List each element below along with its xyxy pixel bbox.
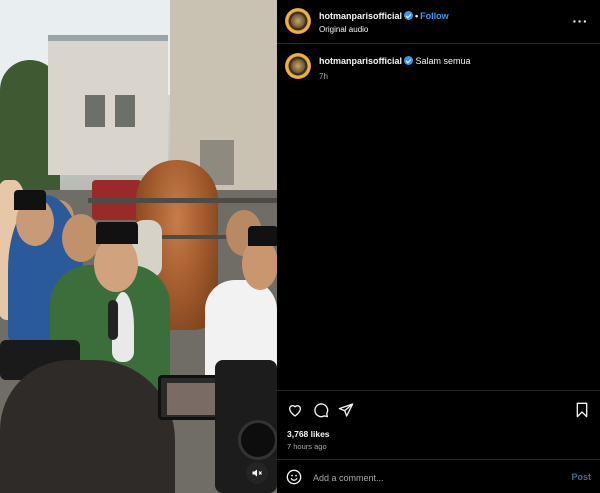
post-comment-button[interactable]: Post bbox=[571, 472, 591, 482]
smiley-icon bbox=[286, 469, 302, 485]
comment-button[interactable] bbox=[312, 401, 330, 419]
speaker-muted-icon bbox=[252, 469, 262, 477]
video-speaker-head bbox=[94, 236, 138, 292]
video-window bbox=[85, 95, 105, 127]
mute-button[interactable] bbox=[246, 462, 268, 484]
post-author: hotmanparisofficial • Follow bbox=[319, 11, 449, 21]
video-peci-cap bbox=[248, 226, 277, 246]
avatar[interactable] bbox=[285, 8, 311, 34]
author-username[interactable]: hotmanparisofficial bbox=[319, 11, 402, 21]
separator-dot: • bbox=[415, 11, 419, 21]
emoji-button[interactable] bbox=[286, 469, 304, 487]
heart-icon bbox=[289, 405, 301, 417]
follow-button[interactable]: Follow bbox=[420, 11, 449, 21]
comment-bubble-icon bbox=[314, 403, 329, 418]
video-foreground-head bbox=[0, 360, 175, 493]
video-peci-cap bbox=[96, 222, 138, 244]
paper-plane-icon bbox=[338, 403, 354, 417]
caption-text: Salam semua bbox=[415, 56, 471, 66]
post-details-panel: hotmanparisofficial • Follow Original audi… bbox=[277, 0, 600, 493]
video-building-left bbox=[48, 35, 168, 175]
caption-avatar[interactable] bbox=[285, 53, 311, 79]
audio-link[interactable]: Original audio bbox=[319, 25, 368, 34]
verified-badge-icon bbox=[404, 56, 414, 65]
post-caption: hotmanparisofficial Salam semua bbox=[319, 56, 471, 66]
share-button[interactable] bbox=[337, 401, 355, 419]
post-actions: 3,768 likes 7 hours ago Post bbox=[277, 390, 600, 493]
video-microphone bbox=[108, 300, 118, 340]
video-peci-cap bbox=[14, 190, 46, 210]
video-window bbox=[115, 95, 135, 127]
post-timestamp[interactable]: 7 hours ago bbox=[287, 442, 327, 451]
caption-timestamp[interactable]: 7h bbox=[319, 72, 328, 81]
comment-bar: Post bbox=[277, 459, 600, 493]
ellipsis-icon[interactable]: ··· bbox=[573, 13, 589, 29]
caption-username[interactable]: hotmanparisofficial bbox=[319, 56, 402, 66]
like-count[interactable]: 3,768 likes bbox=[287, 429, 330, 439]
comment-input[interactable] bbox=[313, 469, 553, 487]
video-camera-lens bbox=[238, 420, 277, 460]
post-header: hotmanparisofficial • Follow Original audi… bbox=[277, 0, 600, 44]
like-button[interactable] bbox=[286, 401, 304, 419]
video-railing bbox=[88, 198, 277, 203]
save-button[interactable] bbox=[573, 401, 591, 419]
verified-badge-icon bbox=[404, 11, 414, 20]
post-video[interactable] bbox=[0, 0, 277, 493]
bookmark-icon bbox=[576, 402, 588, 418]
